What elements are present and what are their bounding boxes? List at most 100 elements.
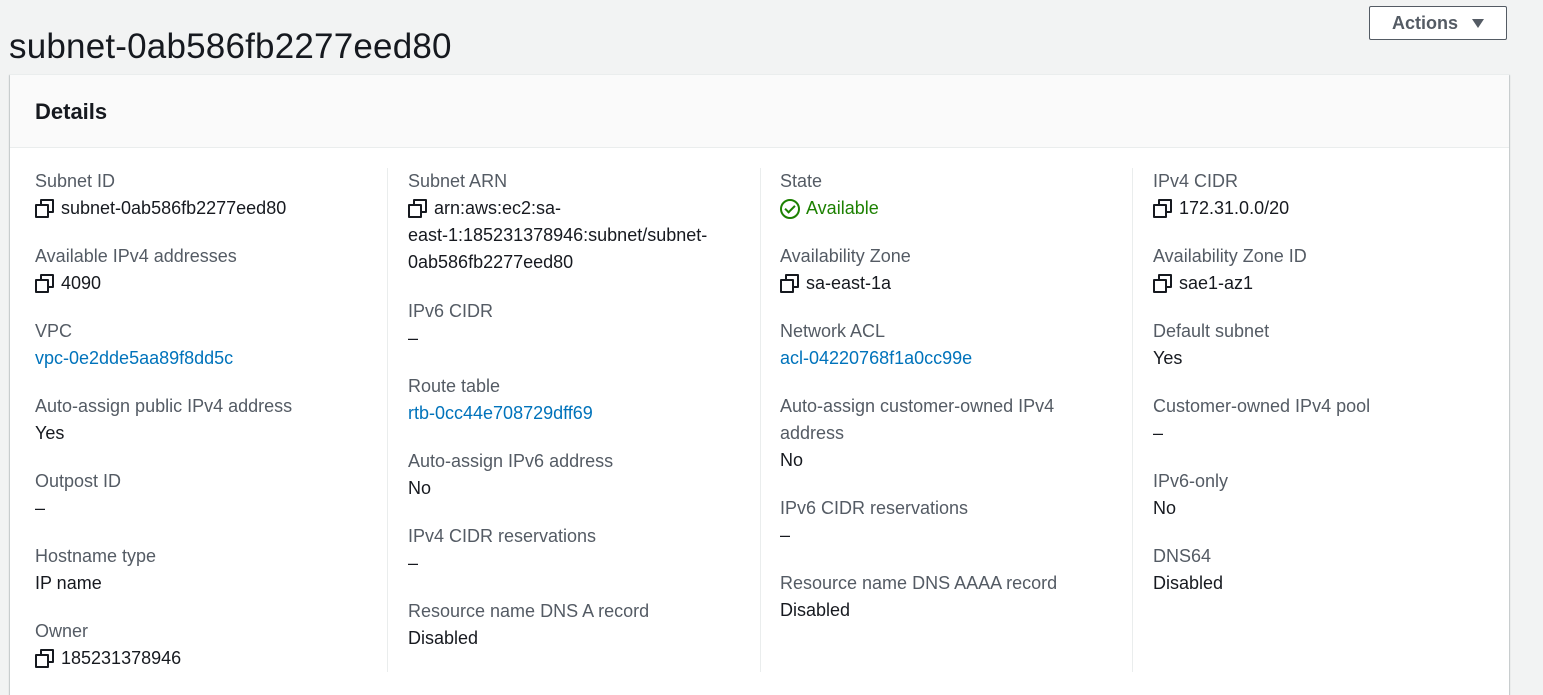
vpc-link[interactable]: vpc-0e2dde5aa89f8dd5c: [35, 345, 233, 372]
details-panel: Details Subnet ID subnet-0ab586fb2277eed…: [10, 74, 1509, 695]
copy-icon[interactable]: [35, 199, 54, 218]
field-label: Auto-assign public IPv4 address: [35, 396, 293, 416]
field-value: 4090: [35, 270, 237, 297]
route-table-link[interactable]: rtb-0cc44e708729dff69: [408, 400, 593, 427]
field-outpost-id: Outpost ID –: [35, 468, 121, 522]
network-acl-link[interactable]: acl-04220768f1a0cc99e: [780, 345, 972, 372]
field-value: arn:aws:ec2:sa- east-1:185231378946:subn…: [408, 195, 707, 276]
copy-icon[interactable]: [1153, 199, 1172, 218]
field-label: Network ACL: [780, 321, 886, 341]
subnet-arn-line-1: arn:aws:ec2:sa-: [434, 198, 562, 218]
copy-icon[interactable]: [1153, 274, 1172, 293]
details-panel-title: Details: [35, 99, 108, 124]
details-column-2: Subnet ARN arn:aws:ec2:sa- east-1:185231…: [383, 148, 755, 674]
field-auto-assign-public-ipv4: Auto-assign public IPv4 address Yes: [35, 393, 292, 447]
field-owner: Owner 185231378946: [35, 618, 181, 672]
field-label: Hostname type: [35, 546, 157, 566]
state-value: Available: [806, 198, 879, 218]
field-dns-a-record: Resource name DNS A record Disabled: [408, 598, 649, 652]
availability-zone-value: sa-east-1a: [806, 273, 892, 293]
field-value: –: [408, 553, 419, 573]
subnet-arn-line-2: east-1:185231378946:subnet/subnet-: [408, 225, 708, 245]
field-label: Resource name DNS A record: [408, 601, 650, 621]
field-value: –: [35, 498, 46, 518]
details-column-1: Subnet ID subnet-0ab586fb2277eed80 Avail…: [10, 148, 382, 674]
subnet-arn-line-3: 0ab586fb2277eed80: [408, 252, 574, 272]
field-label: Owner: [35, 621, 89, 641]
field-ipv6-only: IPv6-only No: [1153, 468, 1228, 522]
field-default-subnet: Default subnet Yes: [1153, 318, 1269, 372]
field-label: Resource name DNS AAAA record: [780, 573, 1058, 593]
field-label: Subnet ID: [35, 171, 116, 191]
field-ipv4-cidr: IPv4 CIDR 172.31.0.0/20: [1153, 168, 1289, 222]
owner-value: 185231378946: [61, 648, 182, 668]
field-vpc: VPC vpc-0e2dde5aa89f8dd5c: [35, 318, 233, 372]
field-label: IPv6 CIDR: [408, 301, 494, 321]
field-label: State: [780, 171, 823, 191]
status-available: Available: [780, 195, 879, 222]
field-label: Default subnet: [1153, 321, 1270, 341]
field-value: –: [408, 328, 419, 348]
field-value: Yes: [1153, 348, 1183, 368]
field-value: No: [780, 450, 804, 470]
field-value: No: [408, 478, 432, 498]
field-label-line-2: address: [780, 423, 845, 443]
field-value: No: [1153, 498, 1177, 518]
copy-icon[interactable]: [408, 199, 427, 218]
field-available-ipv4: Available IPv4 addresses 4090: [35, 243, 237, 297]
field-value: –: [1153, 423, 1164, 443]
field-label: Outpost ID: [35, 471, 122, 491]
field-value: Yes: [35, 423, 65, 443]
field-value: subnet-0ab586fb2277eed80: [35, 195, 286, 222]
field-value: Disabled: [408, 628, 479, 648]
details-panel-header: Details: [10, 75, 1509, 148]
field-value: sa-east-1a: [780, 270, 911, 297]
copy-icon[interactable]: [35, 649, 54, 668]
actions-button-label: Actions: [1391, 12, 1458, 33]
field-hostname-type: Hostname type IP name: [35, 543, 156, 597]
field-auto-assign-ipv6: Auto-assign IPv6 address No: [408, 448, 613, 502]
actions-button[interactable]: Actions: [1369, 6, 1507, 40]
field-label: Available IPv4 addresses: [35, 246, 237, 266]
field-value: Disabled: [780, 600, 851, 620]
field-label: Availability Zone ID: [1153, 246, 1307, 266]
caret-down-icon: [1472, 19, 1484, 28]
field-label: DNS64: [1153, 546, 1212, 566]
field-subnet-id: Subnet ID subnet-0ab586fb2277eed80: [35, 168, 286, 222]
field-value: rtb-0cc44e708729dff69: [408, 400, 593, 427]
field-availability-zone: Availability Zone sa-east-1a: [780, 243, 911, 297]
field-dns64: DNS64 Disabled: [1153, 543, 1223, 597]
field-label: Subnet ARN: [408, 171, 508, 191]
field-label: IPv6-only: [1153, 471, 1229, 491]
field-label: Customer-owned IPv4 pool: [1153, 396, 1371, 416]
field-ipv6-cidr-reservations: IPv6 CIDR reservations –: [780, 495, 968, 549]
field-value: Disabled: [1153, 573, 1224, 593]
field-value: 185231378946: [35, 645, 181, 672]
field-label: Auto-assign IPv6 address: [408, 451, 614, 471]
field-value: vpc-0e2dde5aa89f8dd5c: [35, 345, 233, 372]
field-state: State Available: [780, 168, 879, 222]
field-value: 172.31.0.0/20: [1153, 195, 1289, 222]
field-ipv4-cidr-reservations: IPv4 CIDR reservations –: [408, 523, 596, 577]
field-network-acl: Network ACL acl-04220768f1a0cc99e: [780, 318, 972, 372]
field-label: IPv4 CIDR reservations: [408, 526, 597, 546]
availability-zone-id-value: sae1-az1: [1179, 273, 1254, 293]
field-availability-zone-id: Availability Zone ID sae1-az1: [1153, 243, 1307, 297]
field-value: IP name: [35, 573, 102, 593]
field-customer-owned-ipv4-pool: Customer-owned IPv4 pool –: [1153, 393, 1370, 447]
field-ipv6-cidr: IPv6 CIDR –: [408, 298, 493, 352]
field-auto-assign-customer-owned-ipv4: Auto-assign customer-owned IPv4 address …: [780, 393, 1054, 474]
arn-line-1: arn:aws:ec2:sa-: [408, 195, 707, 222]
check-circle-icon: [780, 198, 800, 219]
details-columns: Subnet ID subnet-0ab586fb2277eed80 Avail…: [10, 148, 1509, 688]
available-ipv4-value: 4090: [61, 273, 102, 293]
copy-icon[interactable]: [35, 274, 54, 293]
field-label: VPC: [35, 321, 73, 341]
field-value: sae1-az1: [1153, 270, 1307, 297]
subnet-id-value: subnet-0ab586fb2277eed80: [61, 198, 287, 218]
field-label: IPv6 CIDR reservations: [780, 498, 969, 518]
field-subnet-arn: Subnet ARN arn:aws:ec2:sa- east-1:185231…: [408, 168, 707, 276]
page-title: subnet-0ab586fb2277eed80: [9, 27, 452, 67]
field-dns-aaaa-record: Resource name DNS AAAA record Disabled: [780, 570, 1057, 624]
copy-icon[interactable]: [780, 274, 799, 293]
